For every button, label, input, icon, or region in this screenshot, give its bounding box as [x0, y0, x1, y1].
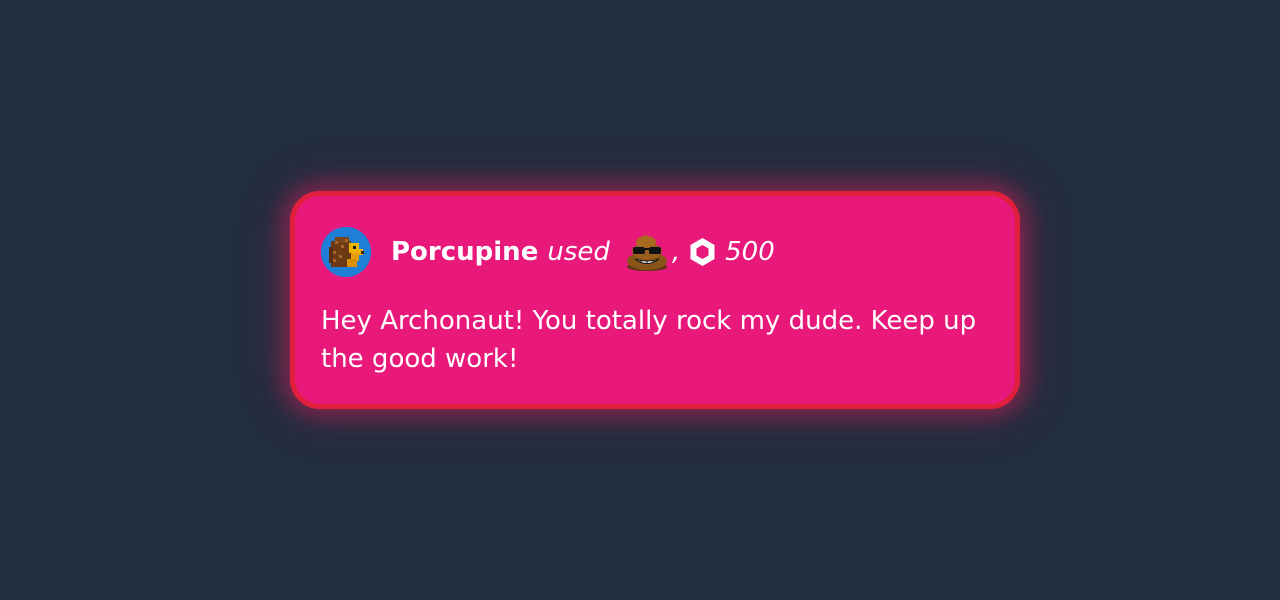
- stage: Porcupine used , 500 Hey Archonaut! You …: [0, 0, 1280, 600]
- message-text: Hey Archonaut! You totally rock my dude.…: [321, 306, 977, 374]
- separator-comma: ,: [671, 237, 681, 267]
- hexagon-coin-icon: [689, 237, 716, 267]
- notification-card: Porcupine used , 500 Hey Archonaut! You …: [290, 191, 1020, 409]
- poop-with-sunglasses-icon: [624, 232, 670, 272]
- coin-amount: 500: [725, 237, 775, 267]
- notification-header: Porcupine used , 500: [321, 224, 775, 280]
- username: Porcupine: [391, 237, 539, 267]
- porcupine-avatar-icon: [321, 227, 371, 277]
- action-text: used: [547, 237, 610, 267]
